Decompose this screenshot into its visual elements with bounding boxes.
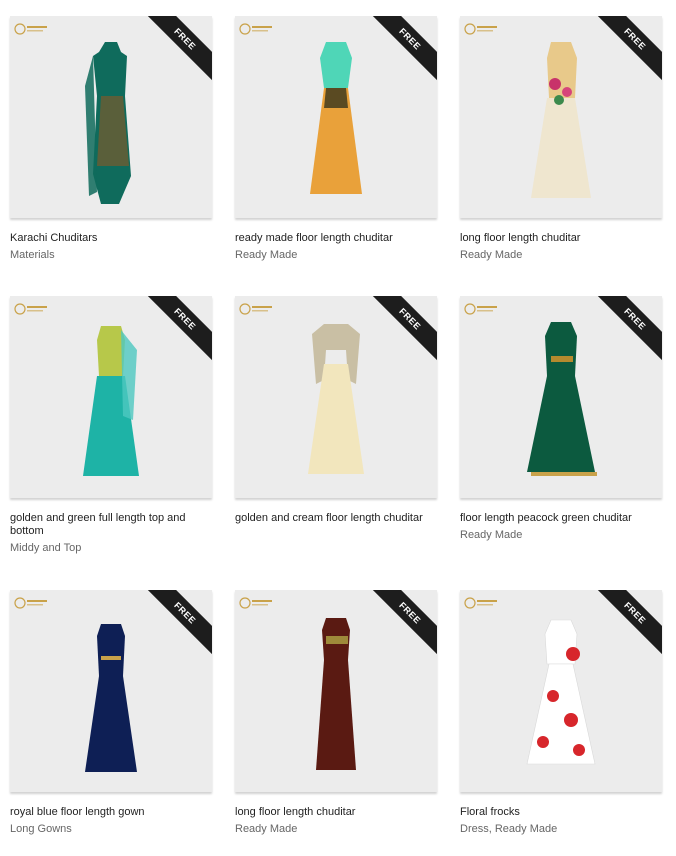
free-badge: FREE xyxy=(371,590,437,656)
dress-image xyxy=(531,42,591,198)
product-image[interactable]: FREE xyxy=(10,16,212,218)
dress-image xyxy=(526,619,596,765)
product-title[interactable]: royal blue floor length gown xyxy=(10,806,212,819)
dress-image xyxy=(527,322,597,476)
product-image[interactable]: FREE xyxy=(460,590,662,792)
dress-image xyxy=(310,42,362,194)
brand-logo xyxy=(239,597,272,609)
brand-logo xyxy=(239,303,272,315)
free-badge: FREE xyxy=(371,16,437,82)
product-card[interactable]: FREE long floor length chuditar Ready Ma… xyxy=(235,590,437,836)
product-title[interactable]: Karachi Chuditars xyxy=(10,232,212,245)
product-image[interactable]: FREE xyxy=(10,590,212,792)
product-card[interactable]: FREE golden and cream floor length chudi… xyxy=(235,296,437,529)
product-title[interactable]: ready made floor length chuditar xyxy=(235,232,437,245)
product-card[interactable]: FREE long floor length chuditar Ready Ma… xyxy=(460,16,662,262)
product-title[interactable]: long floor length chuditar xyxy=(460,232,662,245)
brand-logo xyxy=(14,597,47,609)
product-card[interactable]: FREE floor length peacock green chuditar… xyxy=(460,296,662,542)
product-image[interactable]: FREE xyxy=(460,296,662,498)
product-category[interactable]: Ready Made xyxy=(235,823,437,836)
brand-logo xyxy=(464,597,497,609)
brand-logo xyxy=(14,303,47,315)
free-badge: FREE xyxy=(596,296,662,362)
product-card[interactable]: FREE royal blue floor length gown Long G… xyxy=(10,590,212,836)
product-title[interactable]: floor length peacock green chuditar xyxy=(460,512,662,525)
product-image[interactable]: FREE xyxy=(235,16,437,218)
dress-image xyxy=(83,326,139,476)
product-card[interactable]: FREE Floral frocks Dress, Ready Made xyxy=(460,590,662,836)
free-badge: FREE xyxy=(146,16,212,82)
product-category[interactable]: Ready Made xyxy=(235,249,437,262)
product-category[interactable]: Ready Made xyxy=(460,249,662,262)
product-image[interactable]: FREE xyxy=(235,590,437,792)
brand-logo xyxy=(14,23,47,35)
product-card[interactable]: FREE ready made floor length chuditar Re… xyxy=(235,16,437,262)
free-badge: FREE xyxy=(596,16,662,82)
product-card[interactable]: FREE Karachi Chuditars Materials xyxy=(10,16,212,262)
free-badge: FREE xyxy=(146,296,212,362)
brand-logo xyxy=(464,303,497,315)
product-category[interactable]: Middy and Top xyxy=(10,542,212,555)
product-category[interactable]: Ready Made xyxy=(460,529,662,542)
product-image[interactable]: FREE xyxy=(10,296,212,498)
dress-image xyxy=(316,618,356,770)
free-badge: FREE xyxy=(146,590,212,656)
brand-logo xyxy=(239,23,272,35)
product-category[interactable]: Materials xyxy=(10,249,212,262)
product-category[interactable]: Long Gowns xyxy=(10,823,212,836)
product-title[interactable]: golden and cream floor length chuditar xyxy=(235,512,437,525)
free-badge: FREE xyxy=(371,296,437,362)
product-image[interactable]: FREE xyxy=(460,16,662,218)
product-image[interactable]: FREE xyxy=(235,296,437,498)
dress-image xyxy=(308,324,364,474)
product-title[interactable]: golden and green full length top and bot… xyxy=(10,512,212,538)
product-title[interactable]: Floral frocks xyxy=(460,806,662,819)
free-badge: FREE xyxy=(596,590,662,656)
product-category[interactable]: Dress, Ready Made xyxy=(460,823,662,836)
dress-image xyxy=(85,624,137,772)
product-card[interactable]: FREE golden and green full length top an… xyxy=(10,296,212,555)
dress-image xyxy=(85,42,131,204)
brand-logo xyxy=(464,23,497,35)
product-title[interactable]: long floor length chuditar xyxy=(235,806,437,819)
